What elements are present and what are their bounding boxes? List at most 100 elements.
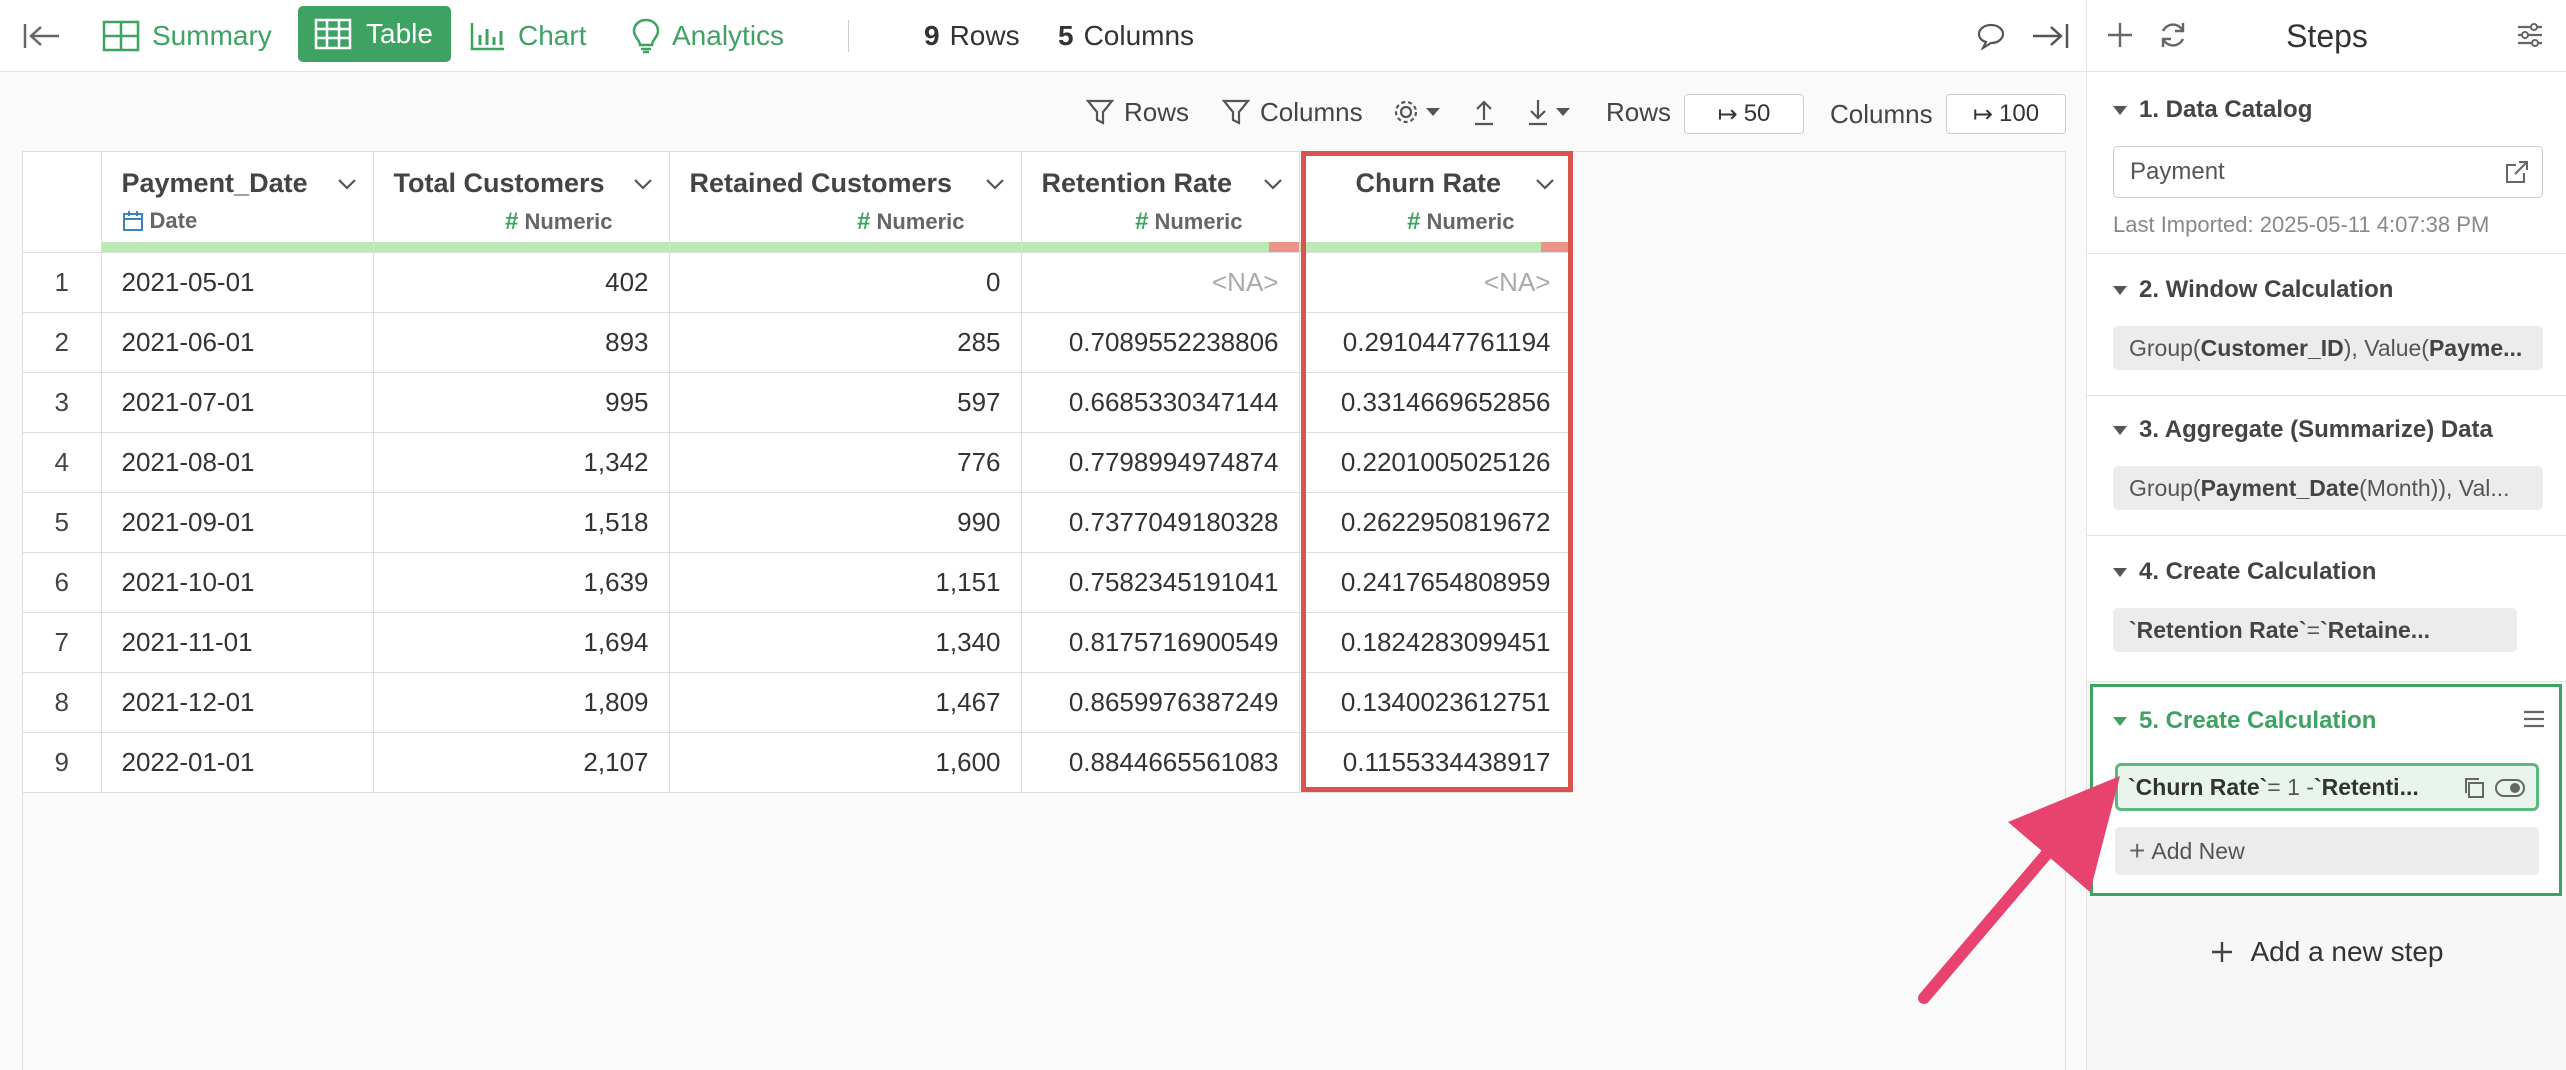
last-imported-text: Last Imported: 2025-05-11 4:07:38 PM [2113,212,2490,237]
table-cell[interactable]: 0.2910447761194 [1299,312,1572,373]
table-cell[interactable]: 893 [373,312,670,373]
chevron-down-icon[interactable] [335,172,359,196]
table-cell[interactable]: 990 [669,492,1022,553]
table-cell[interactable]: 2021-06-01 [101,312,374,373]
table-cell[interactable]: 2021-08-01 [101,432,374,493]
step-title[interactable]: 1. Data Catalog [2113,96,2312,124]
column-header-retained-customers[interactable]: Retained Customers # Numeric [669,152,1022,253]
numeric-hash-icon: # [505,208,519,235]
tab-summary[interactable]: Summary [102,0,272,72]
rows-filter-button[interactable]: Rows [1086,92,1189,132]
table-cell[interactable]: 0.2201005025126 [1299,432,1572,493]
hamburger-menu-icon[interactable] [2521,707,2547,731]
toggle-visibility-icon[interactable] [2494,778,2526,798]
table-cell[interactable]: 2021-10-01 [101,552,374,613]
columns-limit-input[interactable]: ↦ 100 [1946,94,2066,134]
column-header-churn-rate[interactable]: Churn Rate # Numeric [1299,152,1572,253]
table-cell[interactable]: 0.8175716900549 [1021,612,1300,673]
table-cell[interactable]: 1,342 [373,432,670,493]
table-cell[interactable]: 0.7377049180328 [1021,492,1300,553]
column-header-total-customers[interactable]: Total Customers # Numeric [373,152,670,253]
table-cell[interactable]: 1,600 [669,732,1022,793]
collapse-triangle-icon[interactable] [2113,285,2127,295]
sliders-icon[interactable] [2515,20,2545,50]
step-title[interactable]: 5. Create Calculation [2113,707,2376,735]
column-header-retention-rate[interactable]: Retention Rate # Numeric [1021,152,1300,253]
step-title[interactable]: 2. Window Calculation [2113,276,2393,304]
table-cell[interactable]: 2021-11-01 [101,612,374,673]
sort-ascending-icon[interactable] [1472,92,1496,132]
table-cell[interactable]: 1,151 [669,552,1022,613]
table-cell[interactable]: 2021-12-01 [101,672,374,733]
table-cell[interactable]: <NA> [1299,252,1572,313]
collapse-right-icon[interactable] [2030,0,2070,72]
table-cell[interactable]: 1,639 [373,552,670,613]
comment-icon[interactable] [1976,0,2006,72]
tab-chart[interactable]: Chart [470,0,586,72]
step-title[interactable]: 3. Aggregate (Summarize) Data [2113,416,2493,444]
table-cell[interactable]: 0.1155334438917 [1299,732,1572,793]
table-cell[interactable]: 1,340 [669,612,1022,673]
step-window-calculation[interactable]: 2. Window Calculation Group(Customer_ID)… [2087,254,2566,396]
table-cell[interactable]: 2021-07-01 [101,372,374,433]
settings-dropdown[interactable] [1392,92,1442,132]
table-cell[interactable]: 0.8844665561083 [1021,732,1300,793]
sort-descending-dropdown[interactable] [1526,92,1572,132]
chevron-down-icon[interactable] [1261,172,1285,196]
step-summary[interactable]: `Churn Rate` = 1 - `Retenti... [2115,763,2539,811]
rows-limit-input[interactable]: ↦ 50 [1684,94,1804,134]
step-summary[interactable]: `Retention Rate` = `Retaine... [2113,608,2517,652]
table-cell[interactable]: 2022-01-01 [101,732,374,793]
table-cell[interactable]: 0.1340023612751 [1299,672,1572,733]
table-cell[interactable]: 0 [669,252,1022,313]
chevron-down-icon[interactable] [631,172,655,196]
add-new-step-button[interactable]: Add a new step [2087,936,2566,968]
step-summary[interactable]: Group(Customer_ID), Value(Payme... [2113,326,2543,370]
table-cell[interactable]: 0.7582345191041 [1021,552,1300,613]
collapse-triangle-icon[interactable] [2113,105,2127,115]
copy-icon[interactable] [2462,776,2486,800]
step-title[interactable]: 4. Create Calculation [2113,558,2376,586]
tab-table[interactable]: Table [298,6,451,62]
collapse-triangle-icon[interactable] [2113,567,2127,577]
table-cell[interactable]: 2,107 [373,732,670,793]
table-cell[interactable]: 776 [669,432,1022,493]
table-cell[interactable]: 2021-09-01 [101,492,374,553]
add-new-button[interactable]: + Add New [2115,827,2539,875]
table-cell[interactable]: <NA> [1021,252,1300,313]
step-data-catalog[interactable]: 1. Data Catalog Payment Last Imported: 2… [2087,72,2566,254]
collapse-left-icon[interactable] [22,0,62,72]
table-cell[interactable]: 0.6685330347144 [1021,372,1300,433]
table-cell[interactable]: 0.1824283099451 [1299,612,1572,673]
table-cell[interactable]: 0.7798994974874 [1021,432,1300,493]
columns-filter-button[interactable]: Columns [1222,92,1363,132]
table-cell[interactable]: 597 [669,372,1022,433]
table-cell[interactable]: 0.3314669652856 [1299,372,1572,433]
table-cell[interactable]: 995 [373,372,670,433]
step-create-calculation-retention[interactable]: 4. Create Calculation `Retention Rate` =… [2087,536,2566,682]
table-cell[interactable]: 0.7089552238806 [1021,312,1300,373]
collapse-triangle-icon[interactable] [2113,425,2127,435]
table-cell[interactable]: 1,518 [373,492,670,553]
chevron-down-icon[interactable] [1533,172,1557,196]
chevron-down-icon[interactable] [983,172,1007,196]
column-header-payment-date[interactable]: Payment_Date Date [101,152,374,253]
table-cell[interactable]: 0.2417654808959 [1299,552,1572,613]
step-summary[interactable]: Group(Payment_Date (Month)), Val... [2113,466,2543,510]
step-aggregate-data[interactable]: 3. Aggregate (Summarize) Data Group(Paym… [2087,396,2566,536]
table-cell[interactable]: 2021-05-01 [101,252,374,313]
tab-analytics[interactable]: Analytics [632,0,784,72]
collapse-triangle-icon[interactable] [2113,716,2127,726]
table-cell[interactable]: 1,809 [373,672,670,733]
step-title-label: 1. Data Catalog [2139,96,2313,123]
table-cell[interactable]: 1,467 [669,672,1022,733]
table-cell[interactable]: 0.2622950819672 [1299,492,1572,553]
table-cell[interactable]: 0.8659976387249 [1021,672,1300,733]
gear-icon [1394,100,1418,124]
table-cell[interactable]: 1,694 [373,612,670,673]
table-cell[interactable]: 402 [373,252,670,313]
external-link-icon[interactable] [2504,159,2530,185]
step-create-calculation-churn[interactable]: 5. Create Calculation `Churn Rate` = 1 -… [2090,684,2562,896]
table-cell[interactable]: 285 [669,312,1022,373]
data-source-field[interactable]: Payment [2113,146,2543,198]
